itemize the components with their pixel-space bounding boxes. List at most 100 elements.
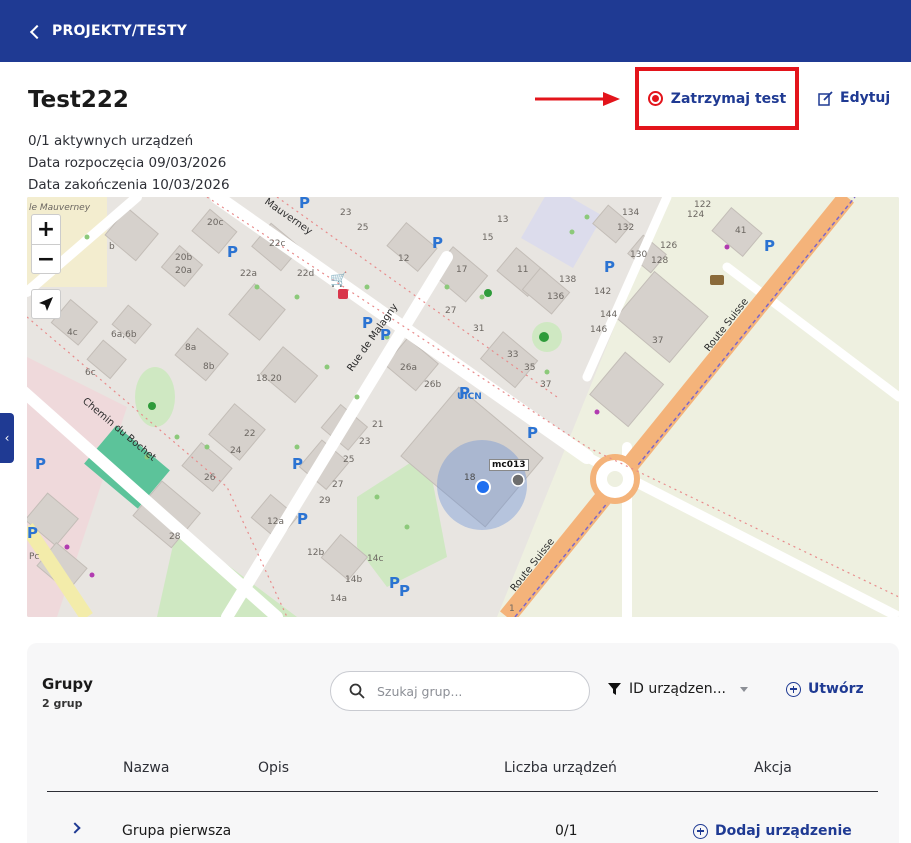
edit-label: Edytuj — [840, 90, 891, 106]
add-circle-icon — [693, 823, 708, 839]
svg-text:23: 23 — [359, 437, 370, 447]
svg-text:138: 138 — [559, 275, 576, 285]
table-header-divider — [47, 791, 878, 792]
svg-text:22c: 22c — [269, 239, 285, 249]
locate-me-button[interactable] — [31, 289, 61, 319]
svg-text:le Mauverney: le Mauverney — [29, 203, 91, 213]
column-header-description: Opis — [258, 760, 290, 776]
search-icon — [349, 683, 365, 699]
svg-text:27: 27 — [332, 480, 343, 490]
filter-label: ID urządzen... — [629, 681, 726, 697]
svg-text:37: 37 — [540, 380, 551, 390]
navigation-arrow-icon — [39, 297, 53, 311]
svg-text:12: 12 — [398, 254, 409, 264]
svg-text:20c: 20c — [207, 218, 223, 228]
column-header-name: Nazwa — [123, 760, 170, 776]
svg-text:4c: 4c — [67, 328, 78, 338]
svg-text:20b: 20b — [175, 253, 192, 263]
edit-button[interactable]: Edytuj — [818, 90, 890, 106]
svg-text:122: 122 — [694, 200, 711, 210]
annotation-arrow-icon — [535, 92, 620, 106]
active-devices-text: 0/1 aktywnych urządzeń — [28, 133, 194, 149]
svg-text:13: 13 — [497, 215, 508, 225]
add-circle-icon — [786, 681, 801, 697]
end-date-text: Data zakończenia 10/03/2026 — [28, 177, 230, 193]
svg-text:P: P — [292, 455, 303, 473]
add-device-button[interactable]: Dodaj urządzenie — [693, 823, 852, 839]
svg-text:14a: 14a — [330, 594, 347, 604]
svg-text:b: b — [109, 242, 115, 252]
create-group-button[interactable]: Utwórz — [786, 681, 864, 697]
stop-test-button[interactable]: Zatrzymaj test — [635, 67, 799, 130]
svg-text:130: 130 — [630, 250, 647, 260]
map-canvas: PPPP PPPP PPPP P PP 20c20b20a22c 22a 22d23… — [27, 197, 899, 617]
svg-text:144: 144 — [600, 310, 617, 320]
svg-text:35: 35 — [524, 363, 535, 373]
svg-text:8a: 8a — [185, 343, 196, 353]
svg-text:22a: 22a — [240, 269, 257, 279]
svg-text:22: 22 — [244, 429, 255, 439]
svg-text:25: 25 — [357, 223, 368, 233]
svg-text:146: 146 — [590, 325, 607, 335]
svg-text:UICN: UICN — [457, 392, 482, 402]
svg-text:Pc: Pc — [29, 552, 39, 562]
svg-text:136: 136 — [547, 292, 564, 302]
svg-text:142: 142 — [594, 287, 611, 297]
svg-text:33: 33 — [507, 350, 518, 360]
svg-text:124: 124 — [687, 210, 704, 220]
svg-text:P: P — [297, 510, 308, 528]
svg-text:126: 126 — [660, 241, 677, 251]
svg-text:6c: 6c — [85, 368, 96, 378]
svg-text:P: P — [527, 424, 538, 442]
svg-text:8b: 8b — [203, 362, 215, 372]
svg-text:24: 24 — [230, 446, 242, 456]
zoom-out-button[interactable]: − — [32, 244, 60, 273]
start-date-text: Data rozpoczęcia 09/03/2026 — [28, 155, 227, 171]
back-button[interactable]: PROJEKTY/TESTY — [29, 23, 187, 39]
column-header-device-count: Liczba urządzeń — [504, 760, 617, 776]
group-search — [330, 671, 590, 711]
svg-text:28: 28 — [169, 532, 181, 542]
chevron-left-icon — [29, 24, 45, 39]
svg-text:26b: 26b — [424, 380, 441, 390]
svg-text:31: 31 — [473, 324, 484, 334]
svg-text:18.20: 18.20 — [256, 374, 282, 384]
svg-text:26: 26 — [204, 473, 216, 483]
svg-text:P: P — [27, 524, 38, 542]
edit-icon — [818, 90, 833, 106]
groups-title: Grupy — [42, 675, 93, 693]
device-marker-label[interactable]: mc013 — [489, 459, 529, 471]
svg-text:P: P — [35, 455, 46, 473]
caret-down-icon — [740, 686, 748, 692]
column-header-action: Akcja — [754, 760, 792, 776]
svg-text:18: 18 — [464, 473, 476, 483]
svg-text:23: 23 — [340, 208, 351, 218]
zoom-in-button[interactable]: + — [32, 215, 60, 244]
svg-text:P: P — [227, 243, 238, 261]
svg-text:1: 1 — [509, 604, 515, 614]
svg-text:20a: 20a — [175, 266, 192, 276]
stop-test-label: Zatrzymaj test — [670, 90, 787, 107]
stop-icon — [647, 91, 663, 106]
device-id-filter[interactable]: ID urządzen... — [608, 681, 748, 697]
side-panel-toggle[interactable]: ‹ — [0, 413, 14, 463]
top-app-bar: PROJEKTY/TESTY — [0, 0, 911, 62]
svg-text:P: P — [764, 237, 775, 255]
zoom-controls: + − — [31, 214, 61, 274]
svg-text:134: 134 — [622, 208, 639, 218]
svg-text:41: 41 — [735, 226, 746, 236]
svg-text:26a: 26a — [400, 363, 417, 373]
svg-text:14b: 14b — [345, 575, 362, 585]
add-device-label: Dodaj urządzenie — [715, 823, 852, 839]
group-search-input[interactable] — [377, 683, 557, 699]
svg-text:128: 128 — [651, 256, 668, 266]
svg-text:14c: 14c — [367, 554, 383, 564]
svg-text:6a,6b: 6a,6b — [111, 330, 137, 340]
map-view[interactable]: PPPP PPPP PPPP PPP 20c 20b 20a 22c 22a 22d 23… — [27, 197, 899, 617]
svg-text:29: 29 — [319, 496, 331, 506]
svg-text:21: 21 — [372, 420, 383, 430]
svg-text:P: P — [399, 582, 410, 600]
groups-count: 2 grup — [42, 697, 83, 710]
svg-text:P: P — [432, 234, 443, 252]
svg-text:22d: 22d — [297, 269, 314, 279]
